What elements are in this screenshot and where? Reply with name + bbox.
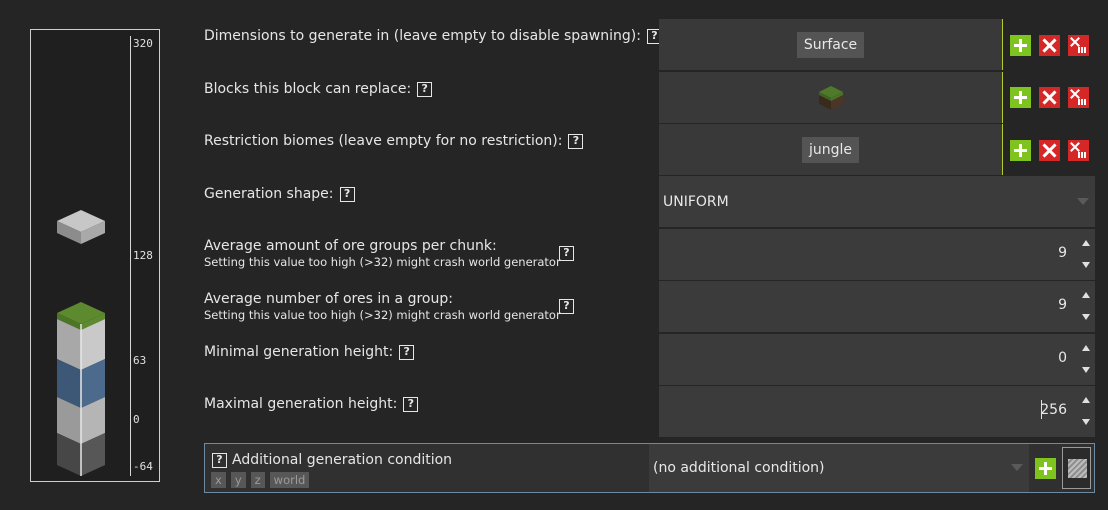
biomes-actions (1010, 140, 1089, 161)
height-axis (130, 36, 131, 476)
tick-label: 63 (133, 354, 147, 367)
help-icon[interactable]: ? (399, 345, 415, 360)
shape-select[interactable]: UNIFORM (659, 176, 1095, 227)
text-cursor (1041, 400, 1042, 419)
biomes-list[interactable]: jungle (659, 124, 1003, 175)
clear-dimensions-button[interactable] (1068, 35, 1089, 56)
ores-label: Average number of ores in a group: Setti… (204, 291, 561, 322)
min-height-value[interactable]: 0 (1058, 350, 1067, 366)
height-preview: 320 128 63 0 -64 (30, 29, 160, 482)
empty-slot-icon (1068, 459, 1087, 478)
help-icon[interactable]: ? (403, 397, 419, 412)
condition-params: x y z world (211, 472, 310, 488)
help-icon[interactable]: ? (212, 453, 227, 468)
remove-dimension-button[interactable] (1039, 35, 1060, 56)
block-column (57, 302, 105, 476)
condition-select-value: (no additional condition) (653, 460, 825, 476)
groups-label: Average amount of ore groups per chunk: … (204, 238, 561, 269)
condition-title: ? Additional generation condition (212, 452, 452, 468)
help-icon[interactable]: ? (559, 299, 574, 314)
increment-arrow-icon[interactable] (1082, 292, 1090, 298)
tick-label: -64 (133, 460, 153, 473)
increment-arrow-icon[interactable] (1082, 345, 1090, 351)
replace-blocks-label: Blocks this block can replace:? (204, 80, 433, 98)
tick-label: 320 (133, 37, 153, 50)
ores-spinner[interactable]: 9 (659, 281, 1095, 332)
additional-condition-panel: ? Additional generation condition x y z w… (204, 443, 1095, 493)
dimension-chip[interactable]: Surface (796, 31, 865, 58)
add-condition-button[interactable] (1035, 458, 1056, 479)
replace-blocks-list[interactable] (659, 72, 1003, 123)
tick-label: 128 (133, 249, 153, 262)
remove-block-button[interactable] (1039, 87, 1060, 108)
max-height-label: Maximal generation height:? (204, 395, 419, 413)
biome-chip[interactable]: jungle (801, 136, 860, 163)
ores-warning: Setting this value too high (>32) might … (204, 308, 561, 322)
grass-block-icon[interactable] (818, 85, 844, 111)
clear-biomes-button[interactable] (1068, 140, 1089, 161)
groups-spinner[interactable]: 9 (659, 229, 1095, 280)
biomes-label: Restriction biomes (leave empty for no r… (204, 132, 584, 150)
decrement-arrow-icon[interactable] (1082, 314, 1090, 320)
groups-value[interactable]: 9 (1058, 245, 1067, 261)
param-chip: world (269, 472, 310, 488)
tick-label: 0 (133, 413, 140, 426)
add-biome-button[interactable] (1010, 140, 1031, 161)
param-chip: x (211, 472, 226, 488)
increment-arrow-icon[interactable] (1082, 397, 1090, 403)
min-height-spinner[interactable]: 0 (659, 334, 1095, 385)
clear-blocks-button[interactable] (1068, 87, 1089, 108)
dimensions-label: Dimensions to generate in (leave empty t… (204, 27, 662, 45)
decrement-arrow-icon[interactable] (1082, 262, 1090, 268)
shape-select-value: UNIFORM (663, 193, 729, 210)
max-height-spinner[interactable]: 256 (659, 386, 1095, 437)
ores-value[interactable]: 9 (1058, 297, 1067, 313)
add-block-button[interactable] (1010, 87, 1031, 108)
chevron-down-icon[interactable] (1011, 464, 1023, 471)
param-chip: z (250, 472, 265, 488)
help-icon[interactable]: ? (417, 82, 433, 97)
increment-arrow-icon[interactable] (1082, 240, 1090, 246)
chevron-down-icon[interactable] (1077, 198, 1089, 205)
condition-select[interactable]: (no additional condition) (649, 444, 1029, 492)
stone-block-marker (57, 210, 105, 244)
max-height-value[interactable]: 256 (1040, 402, 1067, 418)
decrement-arrow-icon[interactable] (1082, 419, 1090, 425)
help-icon[interactable]: ? (568, 134, 584, 149)
min-height-label: Minimal generation height:? (204, 343, 415, 361)
help-icon[interactable]: ? (339, 187, 355, 202)
condition-procedure-slot[interactable] (1062, 447, 1091, 489)
replace-blocks-actions (1010, 87, 1089, 108)
help-icon[interactable]: ? (559, 246, 574, 261)
groups-warning: Setting this value too high (>32) might … (204, 255, 561, 269)
remove-biome-button[interactable] (1039, 140, 1060, 161)
add-dimension-button[interactable] (1010, 35, 1031, 56)
dimensions-list[interactable]: Surface (659, 19, 1003, 70)
shape-label: Generation shape:? (204, 185, 355, 203)
param-chip: y (230, 472, 246, 488)
dimensions-actions (1010, 35, 1089, 56)
decrement-arrow-icon[interactable] (1082, 367, 1090, 373)
